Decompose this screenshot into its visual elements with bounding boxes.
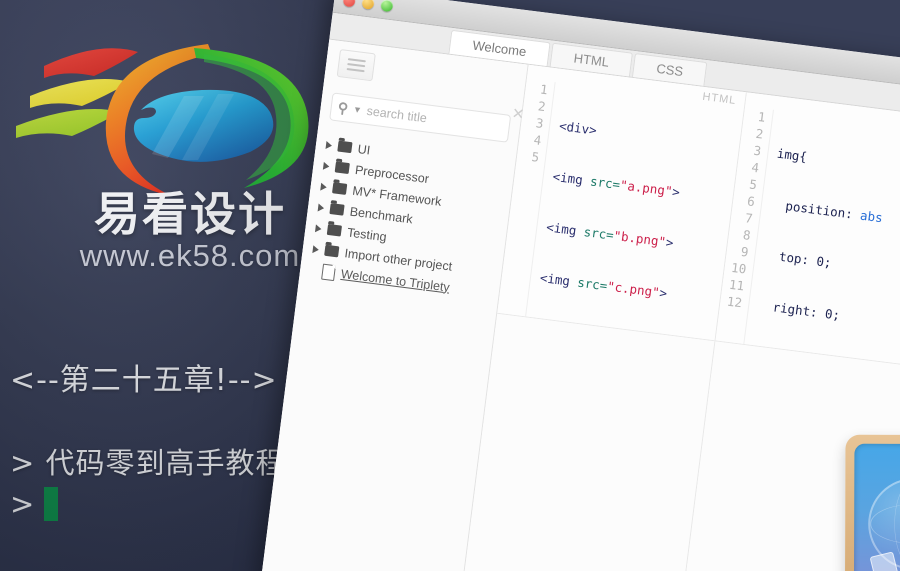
tutorial-text: 代码零到高手教程 (45, 446, 286, 480)
text-caret (44, 487, 59, 521)
preview-card: 5 (844, 434, 900, 571)
code-line: top: 0; (763, 246, 833, 271)
code-line: <img src="a.png"> (551, 168, 681, 200)
code-line: right: 0; (756, 297, 841, 323)
file-tree: UI Preprocessor MV* Framework Benchmark … (299, 133, 516, 304)
tutorial-line: > 代码零到高手教程 (10, 440, 286, 482)
brand-name: 易看设计 (94, 187, 286, 241)
folder-icon (337, 140, 353, 154)
folder-icon (334, 161, 350, 175)
close-window-button[interactable] (342, 0, 356, 8)
workspace: ⚲ ▼ search title ✕ UI Preprocessor MV* F… (257, 39, 900, 571)
zoom-window-button[interactable] (380, 0, 394, 13)
chapter-heading: <--第二十五章!--> (10, 363, 278, 398)
chevron-right-icon[interactable] (325, 140, 333, 150)
css-code-block: 1 2 3 4 5 6 7 8 9 10 11 12 img{position… (715, 92, 900, 368)
search-placeholder: search title (365, 103, 428, 126)
code-line: <img src="c.png"> (539, 269, 668, 301)
preview-pane-left[interactable] (456, 313, 715, 571)
chevron-down-icon[interactable]: ▼ (352, 104, 362, 115)
prompt-line: > (10, 487, 59, 521)
html-code-block: 1 2 3 4 5 <div> <img src="a.png"> <img s… (497, 65, 745, 341)
puzzle-piece-icon (869, 551, 899, 571)
hamburger-icon[interactable] (336, 49, 376, 82)
chevron-right-icon[interactable] (315, 223, 322, 233)
app-window: Welcome HTML CSS ⚲ ▼ search title ✕ UI P… (257, 0, 900, 571)
tree-item-label: Testing (346, 224, 388, 244)
code-line: position: abs (769, 196, 884, 226)
line-number: 12 (726, 293, 743, 311)
search-icon: ⚲ (336, 98, 350, 116)
prompt-symbol: > (10, 446, 36, 480)
card-slot-left (853, 443, 900, 571)
folder-icon (324, 244, 340, 258)
minimize-window-button[interactable] (361, 0, 375, 10)
chevron-right-icon[interactable] (312, 244, 320, 254)
folder-icon (326, 223, 343, 237)
screenshot-stage: 易看设计 www.ek58.com <--第二十五章!--> > 代码零到高手教… (0, 0, 900, 571)
code-line: <img src="b.png"> (545, 219, 675, 251)
logo (8, 18, 338, 218)
html-editor-pane[interactable]: HTML 1 2 3 4 5 <div> <img src="a.png"> <… (497, 64, 747, 341)
line-number: 5 (530, 148, 541, 165)
chevron-right-icon[interactable] (320, 182, 328, 191)
chevron-right-icon[interactable] (322, 161, 330, 171)
css-editor-pane[interactable]: CSS 1 2 3 4 5 6 7 8 9 (715, 92, 900, 368)
prompt-symbol-2: > (10, 487, 35, 521)
search-input[interactable]: ⚲ ▼ search title ✕ (329, 92, 525, 143)
logo-graphic (16, 44, 309, 196)
code-line: <div> (558, 118, 598, 138)
code-line: img{ (776, 145, 808, 165)
folder-icon (332, 182, 348, 195)
editor-area: HTML 1 2 3 4 5 <div> <img src="a.png"> <… (456, 64, 900, 571)
chevron-right-icon[interactable] (317, 203, 325, 212)
file-icon (321, 263, 337, 281)
tree-item-label: UI (356, 141, 372, 158)
folder-icon (329, 203, 345, 216)
